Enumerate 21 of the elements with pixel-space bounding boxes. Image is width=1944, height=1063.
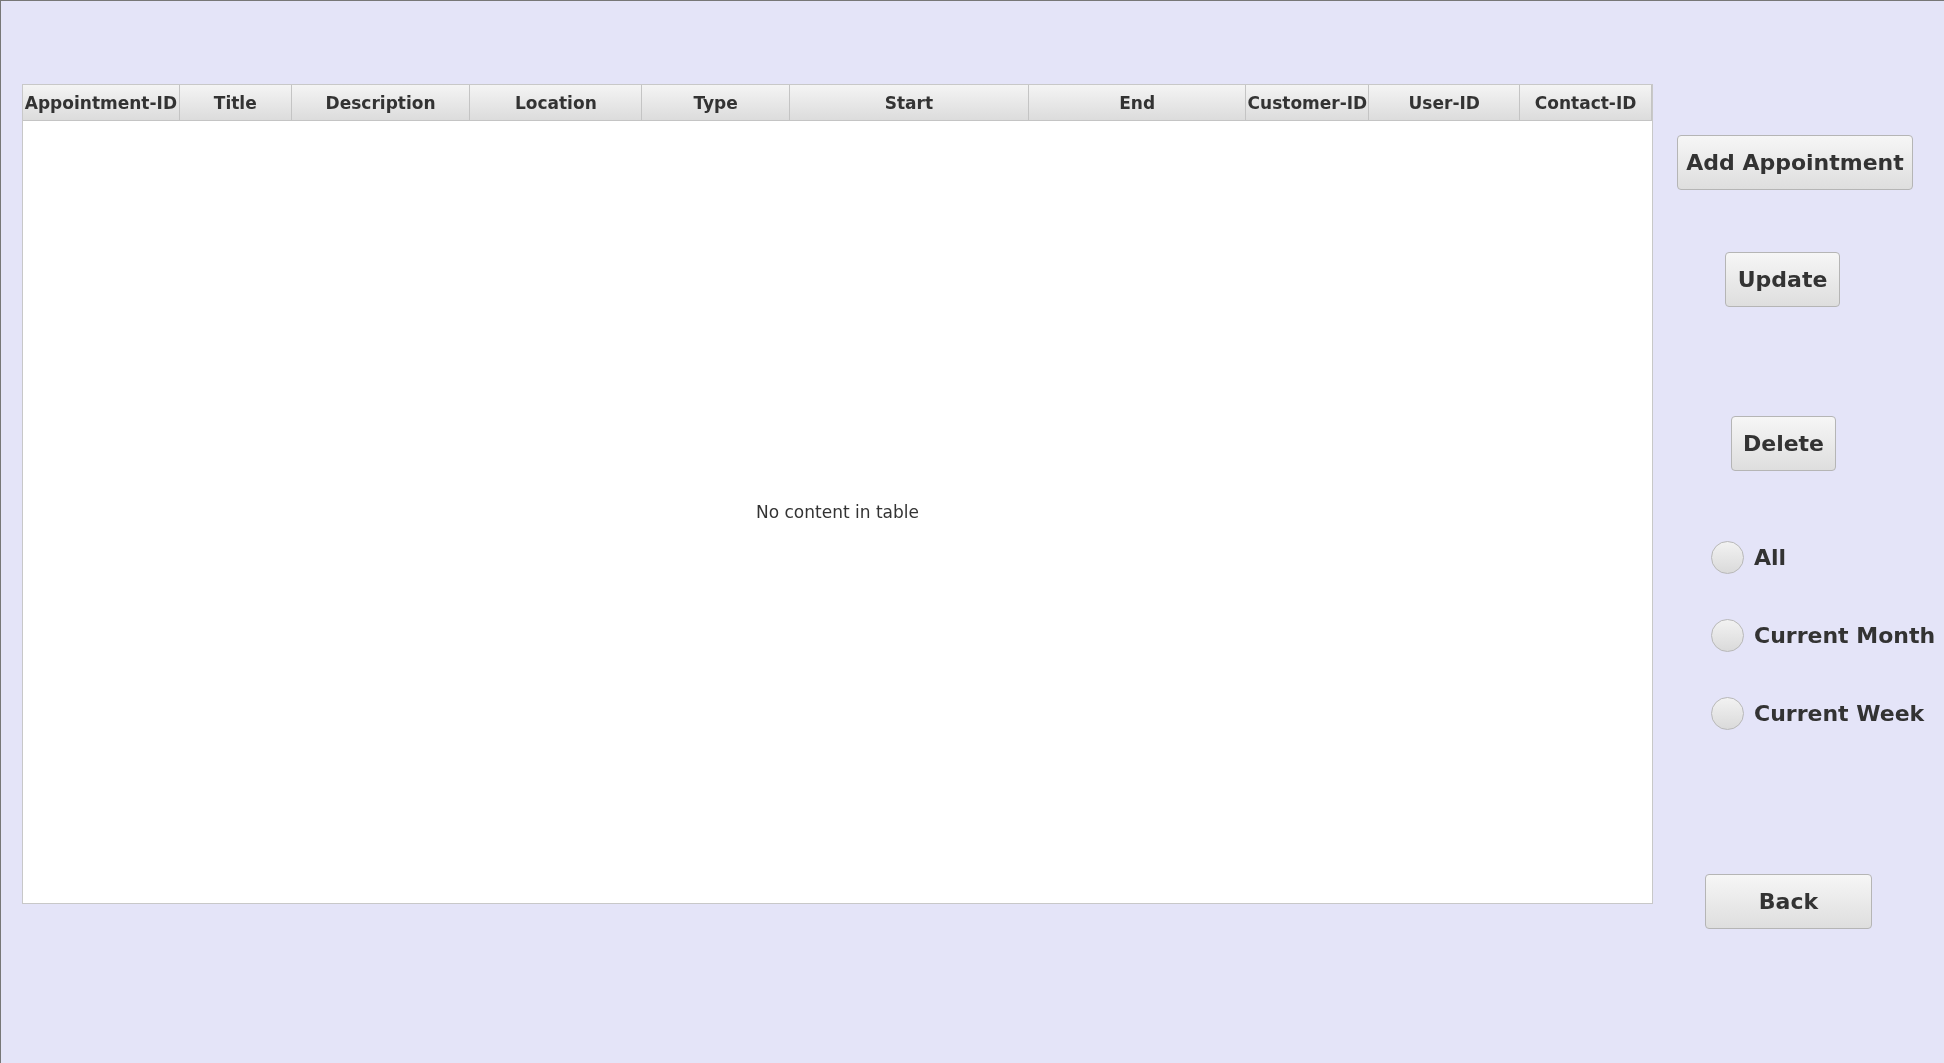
column-header[interactable]: Location <box>470 85 643 121</box>
column-header[interactable]: Start <box>790 85 1029 121</box>
column-header[interactable]: Description <box>291 85 471 121</box>
add-appointment-button[interactable]: Add Appointment <box>1677 135 1913 190</box>
radio-label: Current Month <box>1754 623 1936 648</box>
delete-button[interactable]: Delete <box>1731 416 1836 471</box>
radio-label: All <box>1754 545 1787 570</box>
radio-label: Current Week <box>1754 701 1925 726</box>
radio-button[interactable] <box>1711 619 1744 652</box>
back-button[interactable]: Back <box>1705 874 1872 929</box>
column-header[interactable]: User-ID <box>1369 85 1521 121</box>
column-header[interactable]: Contact-ID <box>1520 85 1652 121</box>
column-header[interactable]: Type <box>642 85 791 121</box>
column-header[interactable]: Appointment-ID <box>23 85 180 121</box>
radio-button[interactable] <box>1711 541 1744 574</box>
column-header[interactable]: End <box>1028 85 1247 121</box>
update-button[interactable]: Update <box>1725 252 1840 307</box>
radio-button[interactable] <box>1711 697 1744 730</box>
column-header[interactable]: Customer-ID <box>1246 85 1370 121</box>
column-header[interactable]: Title <box>179 85 292 121</box>
empty-table-message: No content in table <box>756 502 919 522</box>
